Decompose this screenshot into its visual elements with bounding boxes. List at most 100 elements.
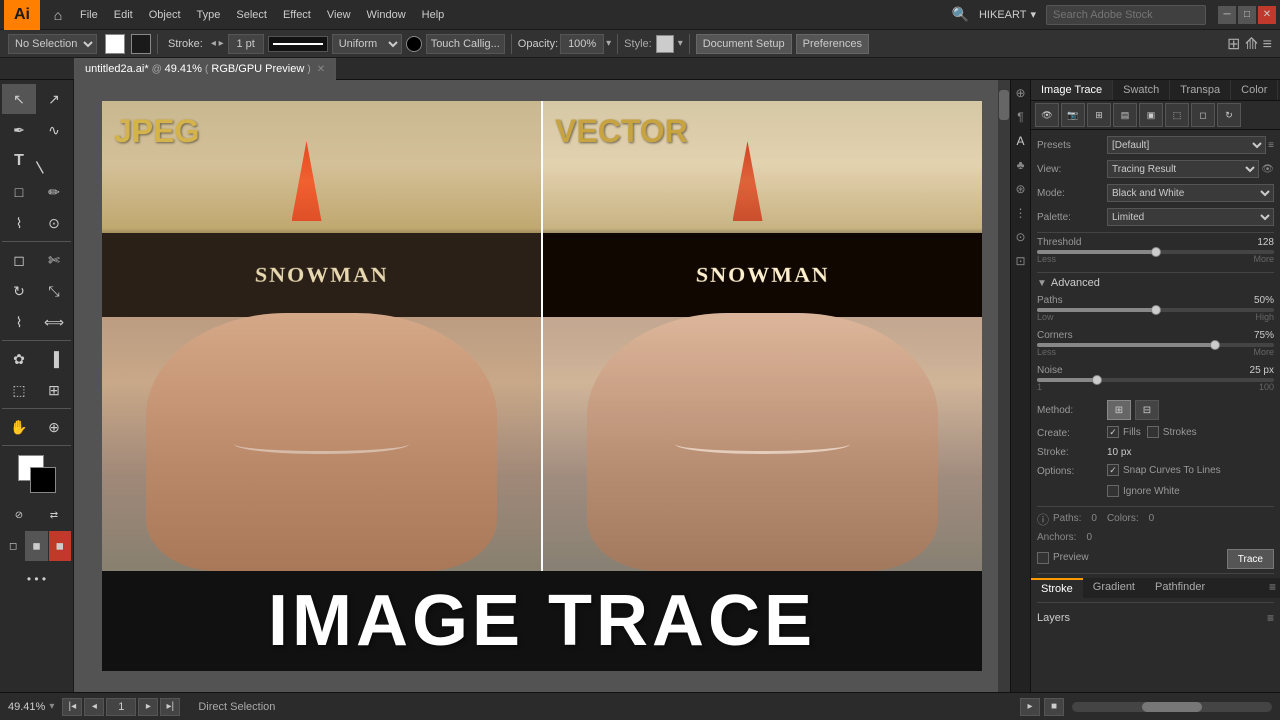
mode-dropdown[interactable]: Black and White bbox=[1107, 184, 1274, 202]
rotate-tool[interactable]: ↻ bbox=[2, 276, 36, 306]
play-button[interactable]: ▸ bbox=[1020, 698, 1040, 716]
direct-selection-tool[interactable]: ↗ bbox=[37, 84, 71, 114]
menu-effect[interactable]: Effect bbox=[275, 0, 319, 30]
panel-icon-5[interactable]: ⊛ bbox=[1012, 180, 1030, 198]
tab-image-trace[interactable]: Image Trace bbox=[1031, 80, 1113, 100]
fill-swatch[interactable] bbox=[105, 34, 125, 54]
swap-colors[interactable]: ⇄ bbox=[37, 500, 71, 530]
document-setup-button[interactable]: Document Setup bbox=[696, 34, 792, 54]
nav-prev[interactable]: ◂ bbox=[84, 698, 104, 716]
panel-icon-7[interactable]: ⊙ bbox=[1012, 228, 1030, 246]
presets-dropdown[interactable]: [Default] bbox=[1107, 136, 1266, 154]
paintbrush-tool[interactable]: ⌇ bbox=[2, 208, 36, 238]
slice-tool[interactable]: ⊞ bbox=[37, 375, 71, 405]
fill-none[interactable]: ⊘ bbox=[2, 500, 36, 530]
trace-icon-8[interactable]: ↻ bbox=[1217, 103, 1241, 127]
threshold-thumb[interactable] bbox=[1151, 247, 1161, 257]
brush-selector[interactable]: Touch Callig... bbox=[426, 34, 505, 54]
opacity-input[interactable] bbox=[560, 34, 604, 54]
menu-edit[interactable]: Edit bbox=[106, 0, 141, 30]
threshold-track[interactable] bbox=[1037, 250, 1274, 254]
pathfinder-tab[interactable]: Pathfinder bbox=[1145, 578, 1215, 598]
trace-icon-2[interactable]: 📷 bbox=[1061, 103, 1085, 127]
scissors-tool[interactable]: ✄ bbox=[37, 245, 71, 275]
preferences-button[interactable]: Preferences bbox=[796, 34, 869, 54]
selection-tool[interactable]: ↖ bbox=[2, 84, 36, 114]
opacity-arrow[interactable]: ▾ bbox=[606, 38, 611, 49]
method-btn-2[interactable]: ⊟ bbox=[1135, 400, 1159, 420]
gradient-tab[interactable]: Gradient bbox=[1083, 578, 1145, 598]
brush-color[interactable] bbox=[406, 36, 422, 52]
noise-thumb[interactable] bbox=[1092, 375, 1102, 385]
method-btn-1[interactable]: ⊞ bbox=[1107, 400, 1131, 420]
page-input[interactable] bbox=[106, 698, 136, 716]
view-eye-icon[interactable]: 👁 bbox=[1261, 164, 1274, 175]
trace-icon-6[interactable]: ⬚ bbox=[1165, 103, 1189, 127]
presets-menu-icon[interactable]: ≡ bbox=[1268, 140, 1274, 151]
stroke-type-dropdown[interactable]: Uniform bbox=[332, 34, 402, 54]
draw-mode[interactable]: ◼ bbox=[25, 531, 47, 561]
trace-icon-5[interactable]: ▣ bbox=[1139, 103, 1163, 127]
close-button[interactable]: ✕ bbox=[1258, 6, 1276, 24]
user-dropdown-icon[interactable]: ▾ bbox=[1030, 8, 1036, 21]
background-color[interactable] bbox=[30, 467, 56, 493]
eraser-tool[interactable]: ◻ bbox=[2, 245, 36, 275]
stop-button[interactable]: ■ bbox=[1044, 698, 1064, 716]
tab-transparency[interactable]: Transpa bbox=[1170, 80, 1231, 100]
home-button[interactable]: ⌂ bbox=[44, 0, 72, 30]
zoom-dropdown-arrow[interactable]: ▾ bbox=[49, 701, 54, 712]
normal-mode[interactable]: ◻ bbox=[2, 531, 24, 561]
tab-color[interactable]: Color bbox=[1231, 80, 1278, 100]
fills-checkbox[interactable] bbox=[1107, 426, 1119, 438]
menu-object[interactable]: Object bbox=[141, 0, 189, 30]
horizontal-scroll-thumb[interactable] bbox=[1142, 702, 1202, 712]
trace-button[interactable]: Trace bbox=[1227, 549, 1274, 569]
warp-tool[interactable]: ⌇ bbox=[2, 307, 36, 337]
panel-icon-1[interactable]: ⊕ bbox=[1012, 84, 1030, 102]
tab-close-button[interactable]: ✕ bbox=[317, 64, 325, 75]
nav-next[interactable]: ▸ bbox=[138, 698, 158, 716]
width-tool[interactable]: ⟺ bbox=[37, 307, 71, 337]
noise-track[interactable] bbox=[1037, 378, 1274, 382]
panel-icon-6[interactable]: ⋮ bbox=[1012, 204, 1030, 222]
snap-checkbox[interactable] bbox=[1107, 464, 1119, 476]
view-dropdown[interactable]: Tracing Result bbox=[1107, 160, 1259, 178]
layers-menu-icon[interactable]: ≡ bbox=[1267, 611, 1274, 625]
menu-file[interactable]: File bbox=[72, 0, 106, 30]
menu-select[interactable]: Select bbox=[228, 0, 275, 30]
menu-view[interactable]: View bbox=[319, 0, 359, 30]
tab-swatch[interactable]: Swatch bbox=[1113, 80, 1170, 100]
stroke-width-input[interactable] bbox=[228, 34, 264, 54]
zoom-tool[interactable]: ⊕ bbox=[37, 412, 71, 442]
menu-help[interactable]: Help bbox=[414, 0, 453, 30]
corners-track[interactable] bbox=[1037, 343, 1274, 347]
panel-icon-2[interactable]: ¶ bbox=[1012, 108, 1030, 126]
document-tab[interactable]: untitled2a.ai* @ 49.41% ( RGB/GPU Previe… bbox=[74, 58, 336, 80]
style-swatch[interactable] bbox=[656, 35, 674, 53]
symbol-sprayer-tool[interactable]: ✿ bbox=[2, 344, 36, 374]
paths-thumb[interactable] bbox=[1151, 305, 1161, 315]
trace-icon-4[interactable]: ▤ bbox=[1113, 103, 1137, 127]
minimize-button[interactable]: ─ bbox=[1218, 6, 1236, 24]
trace-icon-1[interactable]: 👁 bbox=[1035, 103, 1059, 127]
rectangle-tool[interactable]: □ bbox=[2, 177, 36, 207]
advanced-header[interactable]: ▼ Advanced bbox=[1037, 277, 1274, 289]
stock-search-input[interactable] bbox=[1046, 5, 1206, 25]
trace-icon-7[interactable]: ◻ bbox=[1191, 103, 1215, 127]
corners-thumb[interactable] bbox=[1210, 340, 1220, 350]
trace-icon-3[interactable]: ⊞ bbox=[1087, 103, 1111, 127]
paths-track[interactable] bbox=[1037, 308, 1274, 312]
graph-tool[interactable]: ▐ bbox=[37, 344, 71, 374]
more-tools[interactable]: • • • bbox=[2, 564, 71, 594]
stroke-tab[interactable]: Stroke bbox=[1031, 578, 1083, 598]
panel-icon-3[interactable]: A bbox=[1012, 132, 1030, 150]
palette-dropdown[interactable]: Limited bbox=[1107, 208, 1274, 226]
horizontal-scrollbar[interactable] bbox=[1072, 702, 1272, 712]
panel-icon-clubs[interactable]: ♣ bbox=[1012, 156, 1030, 174]
menu-window[interactable]: Window bbox=[359, 0, 414, 30]
selection-dropdown[interactable]: No Selection bbox=[8, 34, 97, 54]
strokes-checkbox[interactable] bbox=[1147, 426, 1159, 438]
stroke-swatch-small[interactable] bbox=[131, 34, 151, 54]
scale-tool[interactable]: ⤡ bbox=[37, 276, 71, 306]
vertical-scrollbar[interactable] bbox=[998, 80, 1010, 692]
